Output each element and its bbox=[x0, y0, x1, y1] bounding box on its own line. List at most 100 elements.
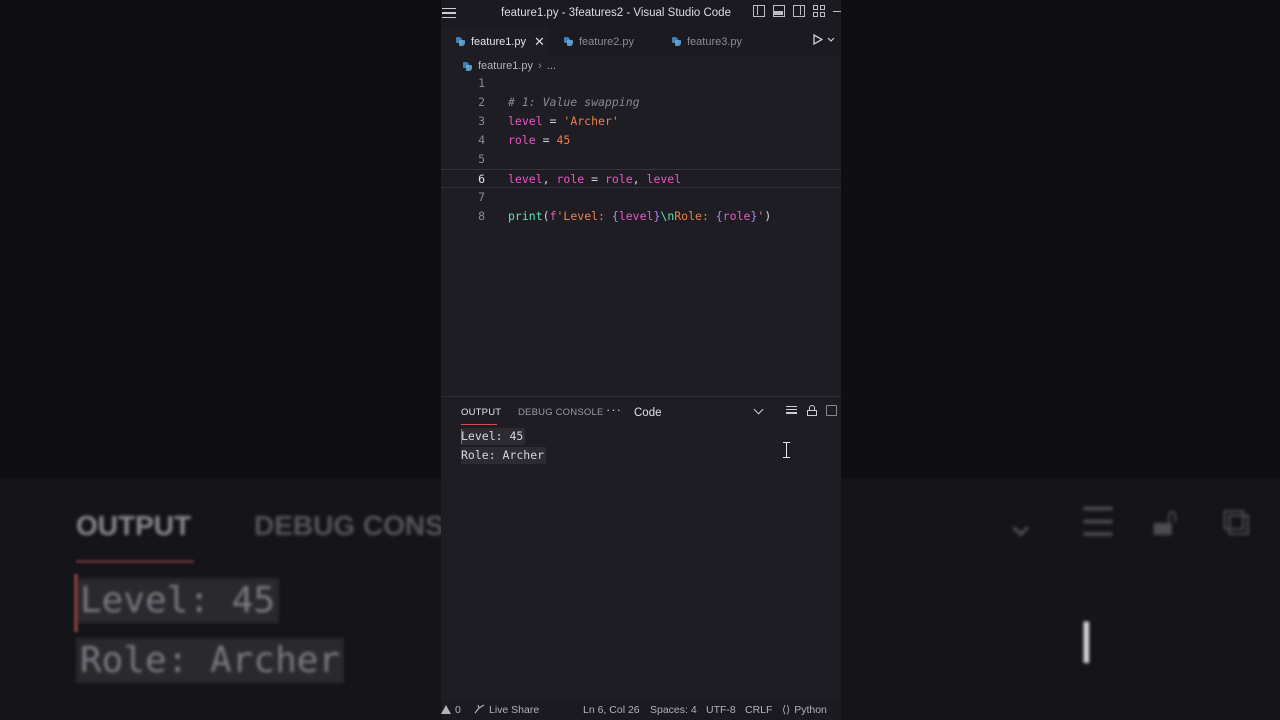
tab-label: feature1.py bbox=[471, 35, 527, 48]
background-clear-icon: ☰ bbox=[1080, 501, 1116, 545]
chevron-down-icon[interactable] bbox=[753, 404, 764, 415]
ibeam-cursor-icon bbox=[783, 442, 790, 458]
live-share-label: Live Share bbox=[489, 704, 540, 716]
output-line: Role: Archer bbox=[461, 447, 547, 464]
code-token: role bbox=[556, 172, 585, 186]
line-endings[interactable]: CRLF bbox=[745, 704, 772, 716]
tab-feature3[interactable]: feature3.py bbox=[657, 28, 765, 55]
code-token: print bbox=[508, 209, 543, 223]
code-token: = bbox=[535, 133, 557, 147]
background-debug-label: DEBUG CONSO bbox=[254, 510, 466, 541]
braces-icon: ⟨⟩ bbox=[782, 704, 791, 716]
breadcrumb-symbols[interactable]: ... bbox=[547, 60, 556, 72]
code-line[interactable]: 8 print(f'Level: {level}\nRole: {role}') bbox=[441, 207, 841, 226]
output-channel-select[interactable]: Code bbox=[634, 407, 662, 419]
code-token: level bbox=[508, 114, 543, 128]
more-actions-icon[interactable]: ··· bbox=[606, 402, 622, 417]
breadcrumb-file[interactable]: feature1.py bbox=[478, 60, 533, 72]
toggle-panel-icon[interactable] bbox=[773, 5, 785, 17]
title-bar: feature1.py - 3features2 - Visual Studio… bbox=[441, 0, 841, 27]
code-token: 'Archer' bbox=[563, 114, 619, 128]
code-token: = bbox=[542, 114, 564, 128]
python-file-icon bbox=[456, 37, 465, 46]
code-content: role = 45 bbox=[508, 131, 570, 150]
language-mode[interactable]: ⟨⟩ Python bbox=[782, 704, 827, 716]
run-python-file-icon[interactable] bbox=[813, 34, 823, 45]
code-line[interactable]: 2 # 1: Value swapping bbox=[441, 93, 841, 112]
code-line[interactable]: 6 level, role = role, level bbox=[441, 169, 841, 188]
live-share-button[interactable]: Live Share bbox=[474, 704, 539, 716]
panel-tabs: OUTPUT DEBUG CONSOLE ··· Code bbox=[441, 397, 841, 429]
toggle-secondary-sidebar-icon[interactable] bbox=[793, 5, 805, 17]
language-label: Python bbox=[794, 704, 827, 716]
panel-actions bbox=[786, 405, 837, 416]
tab-debug-console[interactable]: DEBUG CONSOLE bbox=[518, 407, 603, 418]
run-controls bbox=[813, 34, 835, 45]
code-line[interactable]: 4 role = 45 bbox=[441, 131, 841, 150]
background-output-line-2: Role: Archer bbox=[76, 638, 345, 683]
toggle-primary-sidebar-icon[interactable] bbox=[753, 5, 765, 17]
code-token: role bbox=[722, 209, 751, 223]
background-lock-icon: 🔓︎ bbox=[1152, 500, 1178, 544]
background-copy-icon: ⧉ bbox=[1222, 500, 1251, 544]
background-output-line-1: Level: 45 bbox=[76, 578, 280, 623]
background-caret bbox=[74, 574, 78, 632]
problems-indicator[interactable]: 0 bbox=[441, 704, 461, 716]
status-bar: 0 Live Share Ln 6, Col 26 Spaces: 4 UTF-… bbox=[441, 700, 841, 720]
tab-feature2[interactable]: feature2.py bbox=[549, 28, 657, 55]
tab-output[interactable]: OUTPUT bbox=[461, 407, 501, 425]
line-number: 6 bbox=[478, 172, 485, 186]
encoding[interactable]: UTF-8 bbox=[706, 704, 736, 716]
problems-count: 0 bbox=[455, 704, 461, 716]
line-number: 2 bbox=[478, 95, 485, 109]
code-token: f bbox=[549, 209, 557, 223]
customize-layout-icon[interactable] bbox=[813, 5, 825, 17]
clear-output-icon[interactable] bbox=[786, 405, 798, 416]
code-content: print(f'Level: {level}\nRole: {role}') bbox=[508, 207, 771, 226]
python-file-icon bbox=[463, 61, 472, 71]
code-token: 'Level: bbox=[556, 209, 612, 223]
warning-icon bbox=[441, 705, 451, 714]
python-file-icon bbox=[672, 37, 681, 46]
code-content: # 1: Value swapping bbox=[508, 93, 640, 112]
lock-scroll-icon[interactable] bbox=[807, 405, 817, 416]
editor-tabs: feature1.py ✕ feature2.py feature3.py bbox=[441, 28, 841, 55]
code-token: level bbox=[508, 172, 543, 186]
run-options-chevron-icon[interactable] bbox=[827, 37, 835, 43]
line-number: 4 bbox=[478, 133, 485, 147]
code-content: level = 'Archer' bbox=[508, 112, 619, 131]
background-ibeam-icon: I bbox=[1078, 609, 1095, 676]
code-token: level bbox=[646, 172, 682, 186]
background-output-label: OUTPUT bbox=[76, 510, 192, 541]
tab-label: feature3.py bbox=[687, 35, 743, 48]
code-content: level, role = role, level bbox=[508, 170, 681, 189]
code-line[interactable]: 1 bbox=[441, 74, 841, 93]
python-file-icon bbox=[564, 37, 573, 46]
code-token: { bbox=[715, 209, 723, 223]
open-output-in-editor-icon[interactable] bbox=[826, 405, 837, 416]
code-line[interactable]: 5 bbox=[441, 150, 841, 169]
line-number: 3 bbox=[478, 114, 485, 128]
line-number: 1 bbox=[478, 76, 485, 90]
indentation[interactable]: Spaces: 4 bbox=[650, 704, 697, 716]
code-token: 45 bbox=[556, 133, 571, 147]
code-editor[interactable]: 1 2 # 1: Value swapping 3 level = 'Archer' 4 r… bbox=[441, 74, 841, 394]
cursor-position[interactable]: Ln 6, Col 26 bbox=[583, 704, 640, 716]
code-token: # 1: Value swapping bbox=[508, 95, 640, 109]
code-line[interactable]: 3 level = 'Archer' bbox=[441, 112, 841, 131]
line-number: 5 bbox=[478, 152, 485, 166]
output-panel: OUTPUT DEBUG CONSOLE ··· Code Level: 45 … bbox=[441, 396, 841, 699]
window-title: feature1.py - 3features2 - Visual Studio… bbox=[501, 7, 731, 19]
code-token: Role: bbox=[674, 209, 716, 223]
close-tab-icon[interactable]: ✕ bbox=[534, 34, 545, 50]
code-token: role bbox=[508, 133, 536, 147]
minimize-icon[interactable] bbox=[833, 5, 841, 17]
tab-feature1[interactable]: feature1.py ✕ bbox=[441, 28, 549, 55]
code-token: { bbox=[611, 209, 619, 223]
output-line: Level: 45 bbox=[461, 428, 526, 445]
line-number: 8 bbox=[478, 209, 485, 223]
breadcrumb-separator: › bbox=[538, 60, 542, 72]
background-chevron-icon: ⌄ bbox=[1004, 501, 1038, 545]
code-line[interactable]: 7 bbox=[441, 188, 841, 207]
tab-label: feature2.py bbox=[579, 35, 635, 48]
